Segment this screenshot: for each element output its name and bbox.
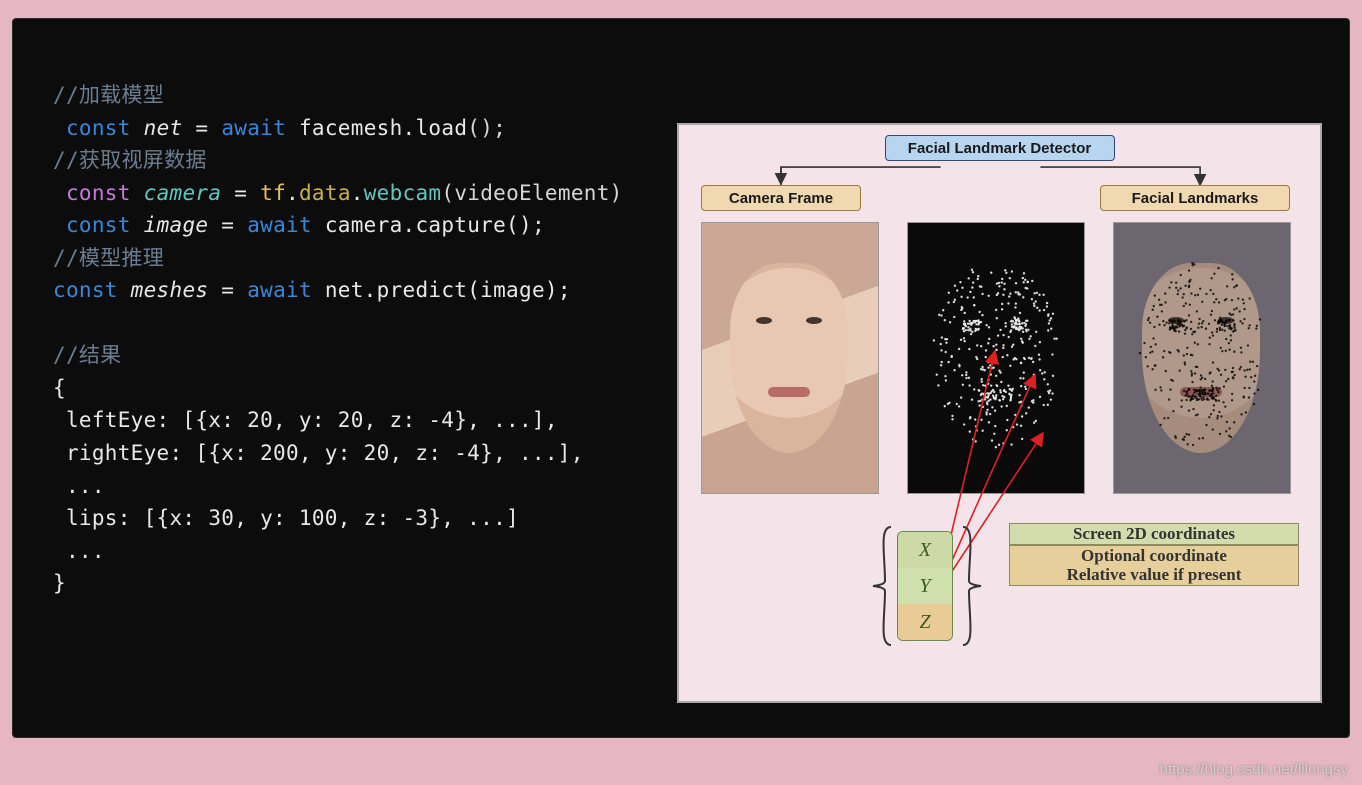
code-dot: .: [351, 181, 364, 205]
code-obj: facemesh: [286, 116, 403, 140]
watermark: https://blog.csdn.net/lilongsy: [1160, 762, 1348, 777]
code-comment: //获取视屏数据: [53, 148, 207, 172]
code-expr: net.predict(image);: [312, 278, 571, 302]
landmark-mesh: [908, 223, 1084, 492]
code-keyword-await: await: [247, 278, 312, 302]
code-dot: .: [403, 116, 416, 140]
coord-desc: Screen 2D coordinates Optional coordinat…: [1009, 523, 1299, 586]
code-keyword: const: [66, 181, 131, 205]
detector-box: Facial Landmark Detector: [885, 135, 1115, 161]
facial-landmarks-text: Facial Landmarks: [1132, 191, 1259, 206]
code-keyword: const: [66, 116, 131, 140]
code-comment: //加载模型: [53, 83, 164, 107]
code-identifier: net: [144, 116, 183, 140]
coord-z: Z: [898, 604, 952, 640]
code-fn: webcam: [364, 181, 442, 205]
result-line: rightEye: [{x: 200, y: 20, z: -4}, ...],: [53, 441, 584, 465]
code-comment: //模型推理: [53, 246, 164, 270]
face-illustration: [730, 263, 848, 453]
coord-x: X: [898, 532, 952, 568]
code-ns: tf: [260, 181, 286, 205]
code-op: =: [221, 181, 260, 205]
desc-z-line2: Relative value if present: [1067, 565, 1242, 585]
landmarks-image: [907, 222, 1085, 494]
camera-frame-text: Camera Frame: [729, 191, 833, 206]
code-identifier: meshes: [131, 278, 209, 302]
coord-y: Y: [898, 568, 952, 604]
code-keyword: const: [66, 213, 131, 237]
code-fn: load: [415, 116, 467, 140]
camera-frame-image: [701, 222, 879, 494]
overlay-image: [1113, 222, 1291, 494]
code-identifier: image: [144, 213, 209, 237]
camera-frame-label: Camera Frame: [701, 185, 861, 211]
slide: //加载模型 const net = await facemesh.load()…: [12, 18, 1350, 738]
brace-close: }: [53, 571, 66, 595]
desc-xy: Screen 2D coordinates: [1009, 523, 1299, 545]
code-keyword-await: await: [221, 116, 286, 140]
code-ns: data: [299, 181, 351, 205]
code-args: (videoElement): [441, 181, 622, 205]
code-identifier: camera: [144, 181, 222, 205]
code-block: //加载模型 const net = await facemesh.load()…: [53, 79, 693, 600]
brace-right-icon: [957, 525, 983, 647]
coord-box: X Y Z: [897, 531, 953, 641]
code-dot: .: [286, 181, 299, 205]
brace-left-icon: [871, 525, 897, 647]
ellipsis: ...: [53, 474, 105, 498]
detector-label: Facial Landmark Detector: [908, 141, 1091, 156]
code-op: =: [182, 116, 221, 140]
lips-icon: [768, 387, 810, 397]
diagram: Facial Landmark Detector Camera Frame Fa…: [677, 123, 1322, 703]
desc-z-line1: Optional coordinate: [1081, 546, 1227, 566]
code-op: =: [208, 278, 247, 302]
landmark-mesh-overlay: [1114, 223, 1290, 492]
code-expr: camera.capture();: [312, 213, 545, 237]
ellipsis: ...: [53, 539, 105, 563]
eye-icon: [806, 317, 822, 324]
code-keyword-await: await: [247, 213, 312, 237]
brace-open: {: [53, 376, 66, 400]
code-op: =: [208, 213, 247, 237]
desc-z: Optional coordinate Relative value if pr…: [1009, 545, 1299, 586]
eye-icon: [756, 317, 772, 324]
code-comment: //结果: [53, 343, 122, 367]
facial-landmarks-label: Facial Landmarks: [1100, 185, 1290, 211]
code-keyword: const: [53, 278, 118, 302]
result-line: leftEye: [{x: 20, y: 20, z: -4}, ...],: [53, 408, 558, 432]
result-line: lips: [{x: 30, y: 100, z: -3}, ...]: [53, 506, 519, 530]
code-paren: ();: [467, 116, 506, 140]
